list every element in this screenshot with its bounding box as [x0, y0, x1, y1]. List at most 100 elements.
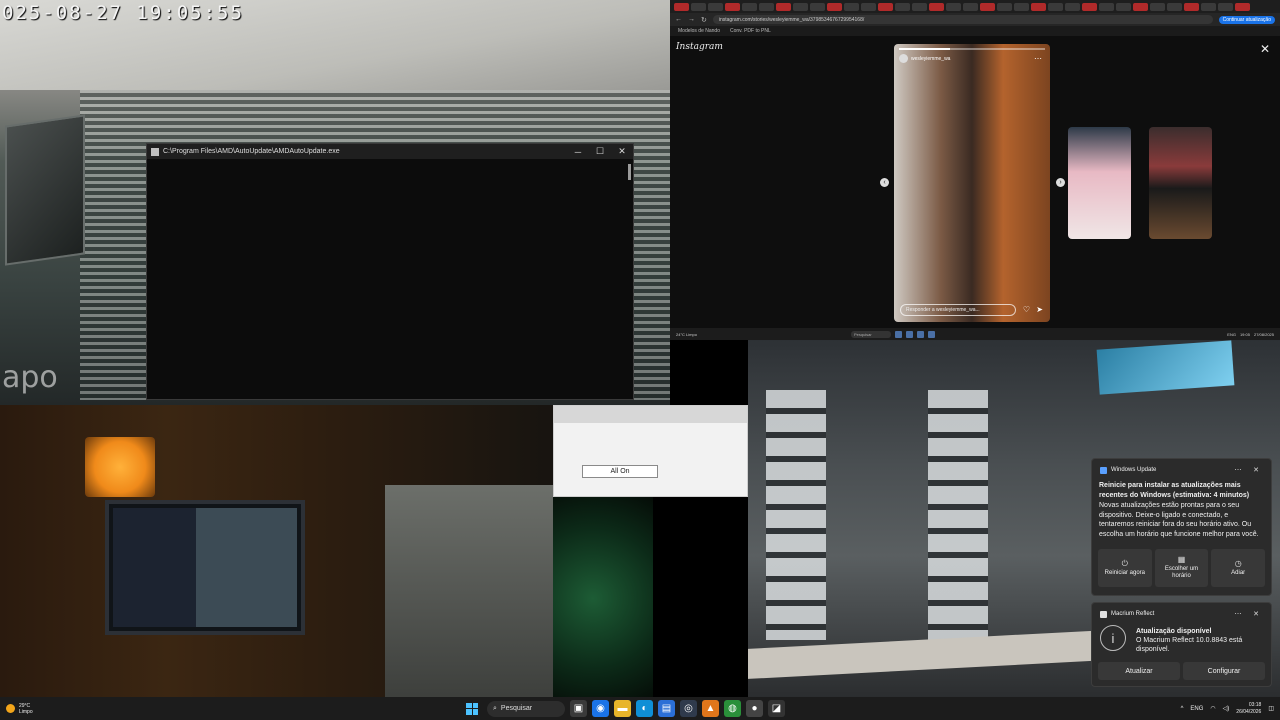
browser-tab[interactable] — [708, 2, 723, 11]
minimize-button[interactable]: ─ — [567, 144, 589, 159]
browser-tab[interactable] — [946, 2, 961, 11]
more-icon[interactable]: ⋯ — [1034, 54, 1042, 63]
windows-update-notification[interactable]: Windows Update ⋯ ✕ Reinicie para instala… — [1091, 458, 1272, 596]
lamp — [85, 437, 155, 497]
browser-tab[interactable] — [929, 2, 944, 11]
console-scrollbar[interactable] — [628, 164, 631, 180]
browser-tab[interactable] — [861, 2, 876, 11]
notification-icon[interactable]: ◫ — [1268, 705, 1274, 712]
volume-icon[interactable]: ◁) — [1223, 705, 1230, 712]
forward-icon[interactable]: → — [688, 16, 695, 23]
close-icon[interactable]: ✕ — [1249, 610, 1263, 618]
browser-tab[interactable] — [997, 2, 1012, 11]
task-view-icon[interactable]: ▣ — [570, 700, 587, 717]
story-close-icon[interactable]: ✕ — [1260, 42, 1270, 56]
vlc-icon[interactable]: ▲ — [702, 700, 719, 717]
browser-tab[interactable] — [810, 2, 825, 11]
story-thumbnail[interactable] — [1068, 127, 1131, 239]
browser-tab[interactable] — [1031, 2, 1046, 11]
story-user[interactable]: wesleyiemme_wa — [899, 54, 950, 63]
more-options-icon[interactable]: ⋯ — [1231, 610, 1245, 618]
close-button[interactable]: ✕ — [611, 144, 633, 159]
browser-tab[interactable] — [895, 2, 910, 11]
console-titlebar[interactable]: C:\Program Files\AMD\AutoUpdate\AMDAutoU… — [147, 144, 633, 159]
browser-tab[interactable] — [776, 2, 791, 11]
console-app-icon — [151, 147, 159, 156]
obs-icon[interactable]: ● — [746, 700, 763, 717]
browser-tab[interactable] — [793, 2, 808, 11]
clock[interactable]: 03:18 26/04/2026 — [1236, 702, 1261, 716]
taskbar-search[interactable]: ⌕ Pesquisar — [487, 700, 565, 717]
story-username[interactable]: wesleyiemme_wa — [911, 56, 950, 62]
browser-tab[interactable] — [1235, 2, 1250, 11]
browser-tab[interactable] — [1082, 2, 1097, 11]
file-explorer-icon[interactable]: ▬ — [614, 700, 631, 717]
browser-tab[interactable] — [878, 2, 893, 11]
door-right — [928, 390, 988, 640]
notification-body: Novas atualizações estão prontas para o … — [1099, 502, 1259, 538]
configure-button[interactable]: Configurar — [1183, 662, 1265, 680]
browser-tab[interactable] — [912, 2, 927, 11]
calendar-icon: ▦ — [1177, 555, 1186, 564]
heart-icon[interactable]: ♡ — [1023, 305, 1030, 314]
instagram-logo[interactable]: Instagram — [676, 42, 723, 52]
macrium-notification[interactable]: Macrium Reflect ⋯ ✕ i Atualização dispon… — [1091, 602, 1272, 687]
browser-tab[interactable] — [1065, 2, 1080, 11]
send-icon[interactable]: ➤ — [1036, 305, 1043, 314]
url-input[interactable]: instagram.com/stories/wesleyiemme_wa/379… — [712, 15, 1213, 24]
amd-autoupdate-console-window[interactable]: C:\Program Files\AMD\AutoUpdate\AMDAutoU… — [146, 143, 634, 400]
bookmark-item[interactable]: Modelos de Nando — [678, 28, 720, 34]
steam-icon[interactable]: ◎ — [680, 700, 697, 717]
weather-widget[interactable]: 29°C Limpo — [0, 703, 200, 715]
browser-tab[interactable] — [963, 2, 978, 11]
browser-tab[interactable] — [1116, 2, 1131, 11]
all-on-button[interactable]: All On — [582, 465, 658, 478]
browser-tab[interactable] — [1099, 2, 1114, 11]
amd-icon[interactable]: ◪ — [768, 700, 785, 717]
browser-tab[interactable] — [1014, 2, 1029, 11]
store-icon[interactable]: ▤ — [658, 700, 675, 717]
more-options-icon[interactable]: ⋯ — [1231, 466, 1245, 474]
browser-tab[interactable] — [1201, 2, 1216, 11]
browser-tab[interactable] — [1218, 2, 1233, 11]
close-icon[interactable]: ✕ — [1249, 466, 1263, 474]
maximize-button[interactable]: ☐ — [589, 144, 611, 159]
captured-time: 19:05 — [1239, 331, 1250, 337]
browser-tab[interactable] — [1133, 2, 1148, 11]
story-prev-icon[interactable]: ‹ — [880, 178, 889, 187]
browser-tab[interactable] — [1184, 2, 1199, 11]
story-thumbnail[interactable] — [1149, 127, 1212, 239]
back-icon[interactable]: ← — [675, 16, 682, 23]
language-indicator[interactable]: ENG — [1190, 706, 1203, 712]
browser-tab[interactable] — [674, 2, 689, 11]
update-button[interactable]: Atualizar — [1098, 662, 1180, 680]
browser-tab[interactable] — [980, 2, 995, 11]
bookmark-item[interactable]: Conv. PDF to PNL — [730, 28, 771, 34]
browser-tab[interactable] — [725, 2, 740, 11]
avatar[interactable] — [899, 54, 908, 63]
chrome-icon[interactable]: ◉ — [592, 700, 609, 717]
reload-icon[interactable]: ↻ — [701, 16, 707, 24]
browser-tab[interactable] — [691, 2, 706, 11]
browser-tab-strip[interactable] — [670, 0, 1280, 13]
edge-icon[interactable]: ◐ — [636, 700, 653, 717]
continue-update-button[interactable]: Continuar atualização — [1218, 15, 1275, 24]
story-reply-input[interactable]: Responder a wesleyiemme_wa... — [900, 304, 1016, 316]
desktop: 025-08-27 19:05:55 apo C:\Program Files\… — [0, 0, 1280, 720]
browser-tab[interactable] — [844, 2, 859, 11]
restart-now-button[interactable]: ⏻ Reiniciar agora — [1098, 549, 1152, 587]
browser-tab[interactable] — [1167, 2, 1182, 11]
postpone-button[interactable]: ◷ Adiar — [1211, 549, 1266, 587]
instagram-story[interactable]: wesleyiemme_wa ⋯ Responder a wesleyiemme… — [894, 44, 1050, 322]
browser-tab[interactable] — [1150, 2, 1165, 11]
choose-time-button[interactable]: ▦ Escolher um horário — [1154, 549, 1209, 587]
browser-tab[interactable] — [1048, 2, 1063, 11]
browser-icon[interactable]: ◍ — [724, 700, 741, 717]
browser-tab[interactable] — [742, 2, 757, 11]
story-next-icon[interactable]: › — [1056, 178, 1065, 187]
browser-tab[interactable] — [827, 2, 842, 11]
wifi-icon[interactable]: ◠ — [1210, 705, 1215, 712]
tray-overflow-icon[interactable]: ^ — [1181, 706, 1184, 712]
browser-tab[interactable] — [759, 2, 774, 11]
start-button[interactable] — [466, 702, 478, 715]
